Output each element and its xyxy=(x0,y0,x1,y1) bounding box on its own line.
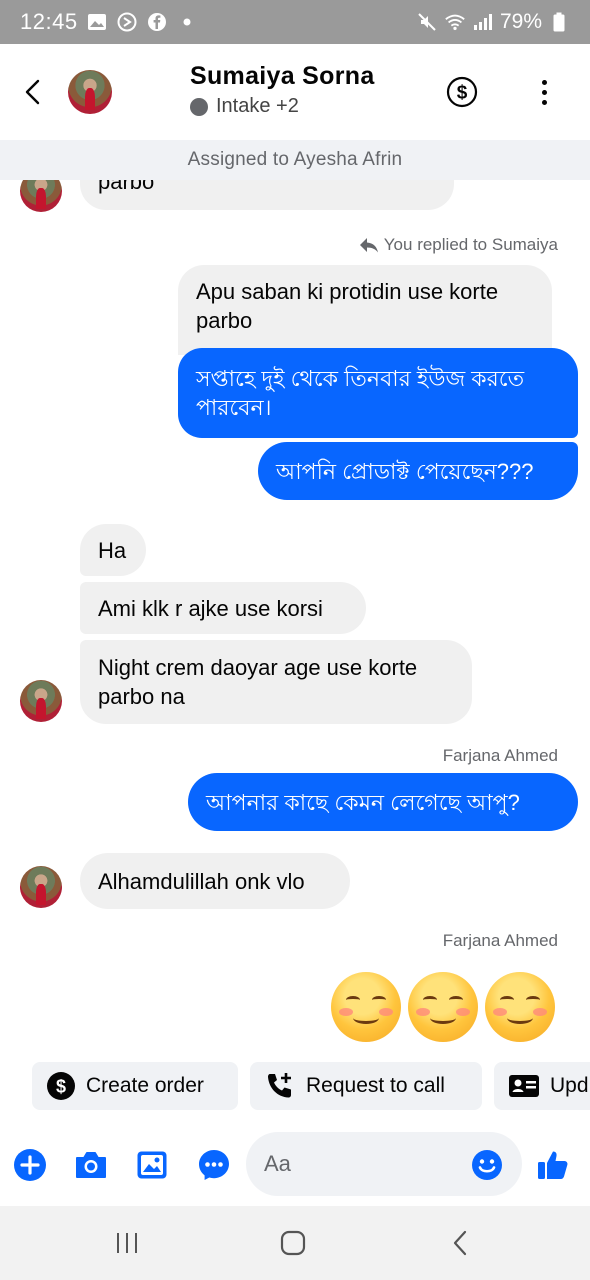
message-text: Ami klk r ajke use korsi xyxy=(98,595,323,621)
create-order-button[interactable]: $ Create order xyxy=(32,1062,238,1110)
message-text: আপনার কাছে কেমন লেগেছে আপু? xyxy=(206,789,520,815)
message-list[interactable]: parbo You replied to Sumaiya Apu saban k… xyxy=(0,180,590,1050)
svg-text:$: $ xyxy=(56,1077,66,1097)
gallery-button[interactable] xyxy=(135,1148,169,1182)
quoted-text: Apu saban ki protidin use korte parbo xyxy=(196,279,499,333)
sender-avatar xyxy=(20,866,62,908)
chat-dots-icon xyxy=(199,1150,229,1180)
message-text: Alhamdulillah onk vlo xyxy=(98,868,305,894)
contact-info[interactable]: Sumaiya Sorna Intake +2 xyxy=(190,62,375,118)
request-call-label: Request to call xyxy=(306,1074,445,1097)
create-order-label: Create order xyxy=(86,1074,204,1097)
more-dot-icon xyxy=(541,89,547,95)
smiling-emoji-icon[interactable] xyxy=(331,972,401,1042)
smiley-icon xyxy=(472,1150,502,1180)
outgoing-message[interactable]: আপনার কাছে কেমন লেগেছে আপু? xyxy=(188,773,578,831)
signal-icon xyxy=(472,11,494,33)
contact-name: Sumaiya Sorna xyxy=(190,62,375,90)
camera-icon xyxy=(76,1152,106,1178)
plus-circle-icon xyxy=(14,1149,46,1181)
incoming-message[interactable]: Ha xyxy=(80,524,146,576)
request-call-button[interactable]: Request to call xyxy=(250,1062,482,1110)
sender-name: Farjana Ahmed xyxy=(442,931,558,950)
smiling-emoji-icon[interactable] xyxy=(485,972,555,1042)
back-nav-button[interactable] xyxy=(440,1228,480,1258)
gallery-notification-icon xyxy=(86,11,108,33)
quick-actions-bar: $ Create order Request to call Upd xyxy=(0,1058,590,1114)
sender-avatar xyxy=(20,180,62,212)
sender-avatar xyxy=(20,680,62,722)
reply-arrow-icon xyxy=(359,238,378,253)
battery-icon xyxy=(548,11,570,33)
message-text: আপনি প্রোডাক্ট পেয়েছেন??? xyxy=(276,458,534,484)
more-dot-icon xyxy=(541,99,547,105)
update-contact-button[interactable]: Upd xyxy=(494,1062,590,1110)
incoming-message[interactable]: Ami klk r ajke use korsi xyxy=(80,582,366,634)
saved-replies-button[interactable] xyxy=(197,1148,231,1182)
mute-icon xyxy=(416,11,438,33)
dollar-circle-icon: $ xyxy=(47,1072,75,1100)
more-dot-icon xyxy=(541,79,547,85)
message-text: সপ্তাহে দুই থেকে তিনবার ইউজ করতে পারবেন। xyxy=(196,366,525,420)
incoming-message[interactable]: Night crem daoyar age use korte parbo na xyxy=(80,640,472,724)
thumbs-up-icon xyxy=(538,1151,568,1179)
home-icon xyxy=(280,1230,306,1256)
like-button[interactable] xyxy=(536,1148,570,1182)
dollar-circle-icon: $ xyxy=(446,76,478,108)
outgoing-message[interactable]: আপনি প্রোডাক্ট পেয়েছেন??? xyxy=(258,442,578,500)
incoming-message[interactable]: Alhamdulillah onk vlo xyxy=(80,853,350,909)
facebook-notification-icon xyxy=(146,11,168,33)
add-button[interactable] xyxy=(13,1148,47,1182)
message-text: parbo xyxy=(98,180,155,194)
assigned-banner: Assigned to Ayesha Afrin xyxy=(0,140,590,180)
reply-indicator: You replied to Sumaiya xyxy=(358,235,558,255)
incoming-message[interactable]: parbo xyxy=(80,180,454,210)
chevron-left-icon xyxy=(25,79,40,105)
notification-dot-icon xyxy=(176,11,198,33)
contact-avatar[interactable] xyxy=(68,70,112,114)
sender-name: Farjana Ahmed xyxy=(442,746,558,765)
message-text: Ha xyxy=(98,537,127,563)
camera-button[interactable] xyxy=(74,1148,108,1182)
contact-card-icon xyxy=(509,1075,539,1097)
status-bar: 12:45 79% xyxy=(0,0,590,44)
smiling-emoji-icon[interactable] xyxy=(408,972,478,1042)
outgoing-message[interactable]: সপ্তাহে দুই থেকে তিনবার ইউজ করতে পারবেন। xyxy=(178,348,578,438)
status-time: 12:45 xyxy=(20,9,78,34)
payment-button[interactable]: $ xyxy=(446,76,478,108)
wifi-icon xyxy=(444,11,466,33)
system-nav-bar xyxy=(0,1206,590,1280)
phone-add-icon xyxy=(268,1073,291,1098)
recent-apps-button[interactable] xyxy=(107,1228,147,1258)
contact-subtitle: Intake +2 xyxy=(216,95,299,117)
reply-indicator-text: You replied to Sumaiya xyxy=(383,235,558,254)
emoji-button[interactable] xyxy=(470,1148,504,1182)
more-options-button[interactable] xyxy=(530,74,558,110)
recent-apps-icon xyxy=(117,1233,137,1253)
status-dot-icon xyxy=(190,97,208,116)
svg-text:$: $ xyxy=(457,83,468,104)
quoted-message[interactable]: Apu saban ki protidin use korte parbo xyxy=(178,265,552,355)
battery-percent: 79% xyxy=(499,10,542,33)
image-icon xyxy=(137,1151,167,1179)
message-text: Night crem daoyar age use korte parbo na xyxy=(98,655,418,709)
back-chevron-icon xyxy=(453,1230,467,1256)
home-button[interactable] xyxy=(273,1228,313,1258)
back-button[interactable] xyxy=(0,44,64,140)
conversation-header: Sumaiya Sorna Intake +2 $ xyxy=(0,44,590,140)
message-composer xyxy=(0,1122,590,1206)
link-notification-icon xyxy=(116,11,138,33)
update-contact-label: Upd xyxy=(550,1074,589,1097)
